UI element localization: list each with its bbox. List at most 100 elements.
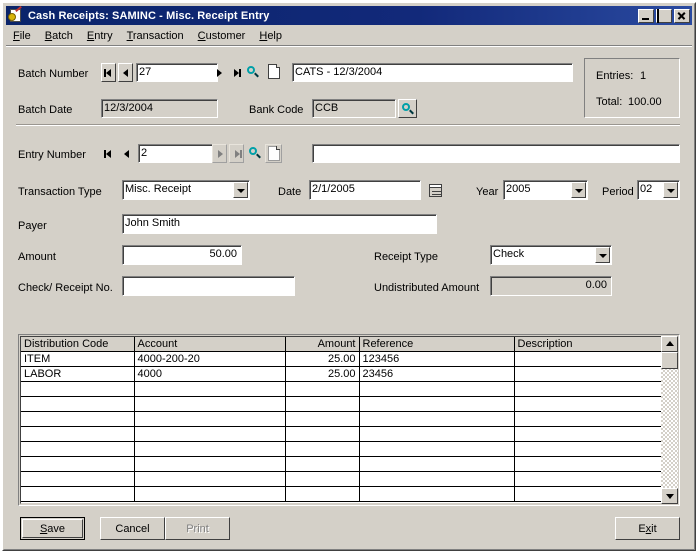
cell-description[interactable] <box>514 381 662 397</box>
save-button[interactable]: Save <box>20 517 85 540</box>
amount-input[interactable]: 50.00 <box>122 245 242 265</box>
entry-prev-button[interactable] <box>119 144 134 163</box>
table-row[interactable] <box>21 441 662 457</box>
cell-distribution-code[interactable] <box>21 441 135 457</box>
cell-distribution-code[interactable] <box>21 486 135 502</box>
cell-reference[interactable] <box>359 486 515 502</box>
column-header-reference[interactable]: Reference <box>359 337 515 352</box>
cell-amount[interactable] <box>285 396 360 412</box>
transaction-type-select[interactable]: Misc. Receipt <box>122 180 250 200</box>
column-header-description[interactable]: Description <box>514 337 662 352</box>
cell-distribution-code[interactable] <box>21 381 135 397</box>
menu-help[interactable]: Help <box>252 29 289 43</box>
minimize-button[interactable] <box>638 8 654 23</box>
cell-reference[interactable] <box>359 411 515 427</box>
table-row[interactable] <box>21 486 662 502</box>
check-receipt-no-input[interactable] <box>122 276 295 296</box>
cell-distribution-code[interactable]: LABOR <box>21 366 135 382</box>
menu-file[interactable]: File <box>6 29 38 43</box>
cell-reference[interactable]: 123456 <box>359 351 515 367</box>
batch-description-input[interactable]: CATS - 12/3/2004 <box>292 63 573 82</box>
cell-distribution-code[interactable]: ITEM <box>21 351 135 367</box>
cell-account[interactable] <box>134 486 286 502</box>
cell-distribution-code[interactable] <box>21 411 135 427</box>
entry-description-input[interactable] <box>312 144 680 163</box>
chevron-down-icon[interactable] <box>595 247 610 263</box>
table-row[interactable] <box>21 381 662 397</box>
cell-account[interactable] <box>134 426 286 442</box>
cell-distribution-code[interactable] <box>21 426 135 442</box>
table-row[interactable] <box>21 396 662 412</box>
cell-amount[interactable]: 25.00 <box>285 366 360 382</box>
cell-description[interactable] <box>514 351 662 367</box>
cell-reference[interactable] <box>359 471 515 487</box>
cell-reference[interactable] <box>359 396 515 412</box>
exit-button[interactable]: Exit <box>615 517 680 540</box>
batch-new-document-icon[interactable] <box>268 64 280 79</box>
close-button[interactable] <box>674 8 690 23</box>
table-row[interactable]: ITEM 4000-200-20 25.00 123456 <box>21 351 662 367</box>
cell-reference[interactable] <box>359 426 515 442</box>
scrollbar-thumb[interactable] <box>661 352 678 369</box>
cell-amount[interactable] <box>285 471 360 487</box>
cell-description[interactable] <box>514 426 662 442</box>
cell-account[interactable] <box>134 441 286 457</box>
cell-amount[interactable] <box>285 381 360 397</box>
grid-vertical-scrollbar[interactable] <box>661 336 678 504</box>
entry-first-button[interactable] <box>101 144 116 163</box>
date-input[interactable]: 2/1/2005 <box>309 180 421 200</box>
cell-amount[interactable] <box>285 411 360 427</box>
cell-distribution-code[interactable] <box>21 396 135 412</box>
year-select[interactable]: 2005 <box>503 180 588 200</box>
cell-account[interactable] <box>134 411 286 427</box>
cell-distribution-code[interactable] <box>21 471 135 487</box>
cell-description[interactable] <box>514 441 662 457</box>
cell-account[interactable]: 4000-200-20 <box>134 351 286 367</box>
table-row[interactable] <box>21 426 662 442</box>
period-select[interactable]: 02 <box>637 180 680 200</box>
batch-first-button[interactable] <box>101 63 116 82</box>
cell-amount[interactable] <box>285 486 360 502</box>
bank-code-lookup-button[interactable] <box>398 99 417 118</box>
cell-reference[interactable] <box>359 456 515 472</box>
cell-account[interactable] <box>134 396 286 412</box>
cell-amount[interactable] <box>285 456 360 472</box>
cell-description[interactable] <box>514 456 662 472</box>
table-row[interactable] <box>21 411 662 427</box>
cell-description[interactable] <box>514 471 662 487</box>
scroll-down-arrow-icon[interactable] <box>661 488 678 504</box>
cell-description[interactable] <box>514 366 662 382</box>
cell-amount[interactable]: 25.00 <box>285 351 360 367</box>
batch-next-button[interactable] <box>211 63 226 82</box>
chevron-down-icon[interactable] <box>571 182 586 198</box>
payer-input[interactable]: John Smith <box>122 214 437 234</box>
cell-distribution-code[interactable] <box>21 456 135 472</box>
menu-batch[interactable]: Batch <box>38 29 80 43</box>
batch-number-input[interactable]: 27 <box>136 63 218 82</box>
cell-reference[interactable] <box>359 381 515 397</box>
batch-prev-button[interactable] <box>118 63 133 82</box>
scrollbar-track[interactable] <box>661 352 678 488</box>
menu-transaction[interactable]: Transaction <box>120 29 191 43</box>
cell-amount[interactable] <box>285 426 360 442</box>
column-header-distribution-code[interactable]: Distribution Code <box>21 337 135 352</box>
batch-last-button[interactable] <box>228 63 243 82</box>
cell-description[interactable] <box>514 396 662 412</box>
chevron-down-icon[interactable] <box>663 182 678 198</box>
cell-account[interactable] <box>134 381 286 397</box>
receipt-type-select[interactable]: Check <box>490 245 612 265</box>
entry-lookup-magnifier-icon[interactable] <box>248 145 262 161</box>
cell-account[interactable] <box>134 471 286 487</box>
chevron-down-icon[interactable] <box>233 182 248 198</box>
cancel-button[interactable]: Cancel <box>100 517 165 540</box>
cell-description[interactable] <box>514 411 662 427</box>
table-row[interactable]: LABOR 4000 25.00 23456 <box>21 366 662 382</box>
column-header-amount[interactable]: Amount <box>285 337 360 352</box>
cell-reference[interactable] <box>359 441 515 457</box>
menu-customer[interactable]: Customer <box>191 29 253 43</box>
titlebar[interactable]: Cash Receipts: SAMINC - Misc. Receipt En… <box>6 5 692 25</box>
cell-description[interactable] <box>514 486 662 502</box>
column-header-account[interactable]: Account <box>134 337 286 352</box>
cell-account[interactable]: 4000 <box>134 366 286 382</box>
cell-amount[interactable] <box>285 441 360 457</box>
